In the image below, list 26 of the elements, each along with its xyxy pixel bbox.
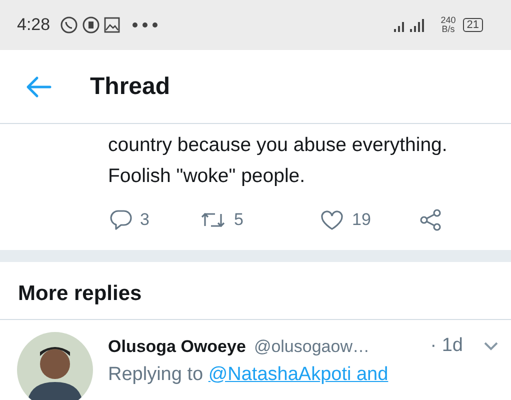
- message-icon: [82, 16, 100, 34]
- like-button[interactable]: 19: [320, 207, 371, 233]
- mention-link[interactable]: @NatashaAkpoti and: [208, 364, 388, 384]
- replying-to-text: Replying to @NatashaAkpoti and: [108, 362, 390, 386]
- page-title: Thread: [90, 72, 170, 102]
- more-icon: [132, 22, 158, 28]
- battery-level: 21: [462, 18, 483, 32]
- tweet-time: · 1d: [430, 334, 463, 358]
- image-icon: [104, 17, 120, 33]
- heart-icon: [320, 210, 344, 230]
- data-speed-value: 240: [440, 16, 456, 25]
- share-icon[interactable]: [420, 209, 442, 231]
- retweet-button[interactable]: 5: [200, 207, 244, 233]
- chevron-down-icon[interactable]: [483, 341, 499, 352]
- chat-icon: [60, 16, 78, 34]
- status-time: 4:28: [17, 14, 50, 36]
- author-handle: @olusogaow…: [254, 336, 370, 358]
- retweet-icon: [200, 210, 226, 230]
- tweet-text-line: Foolish "woke" people.: [108, 164, 306, 189]
- reply-button[interactable]: 3: [110, 207, 150, 233]
- comment-icon: [110, 209, 132, 231]
- tweet-text-line: country because you abuse everything.: [108, 133, 448, 158]
- data-speed-unit: B/s: [442, 25, 455, 34]
- author-name[interactable]: Olusoga Owoeye: [108, 334, 246, 359]
- back-arrow-icon[interactable]: [26, 76, 52, 98]
- section-heading: More replies: [18, 282, 142, 305]
